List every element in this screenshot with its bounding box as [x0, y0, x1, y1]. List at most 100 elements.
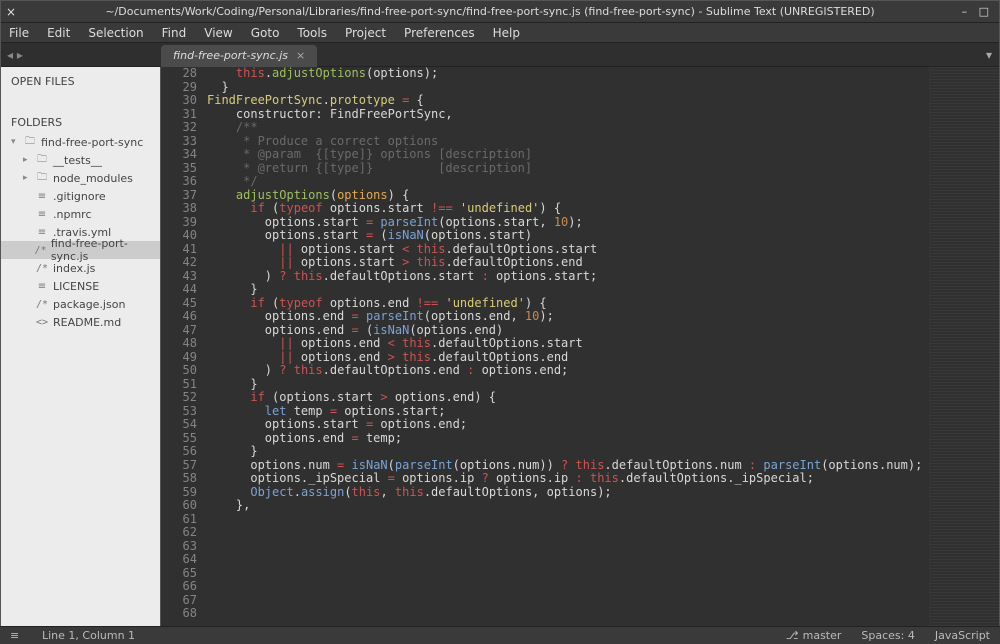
code-line[interactable]: options.start = parseInt(options.start, …: [207, 216, 929, 230]
status-cursor-position[interactable]: Line 1, Column 1: [42, 629, 135, 642]
file-tab-label: find-free-port-sync.js: [173, 49, 288, 62]
code-editor[interactable]: 2829303132333435363738394041424344454647…: [161, 67, 999, 627]
line-number-gutter: 2829303132333435363738394041424344454647…: [161, 67, 207, 627]
code-line[interactable]: */: [207, 175, 929, 189]
menu-selection[interactable]: Selection: [88, 26, 143, 40]
main-area: OPEN FILES FOLDERS ▾ find-free-port-sync ▸…: [1, 67, 999, 627]
line-number: 47: [161, 324, 197, 338]
line-number: 44: [161, 283, 197, 297]
line-number: 34: [161, 148, 197, 162]
code-line[interactable]: options.end = (isNaN(options.end): [207, 324, 929, 338]
code-line[interactable]: }: [207, 445, 929, 459]
line-number: 62: [161, 526, 197, 540]
sidebar-item--npmrc[interactable]: .npmrc: [1, 205, 160, 223]
menu-file[interactable]: File: [9, 26, 29, 40]
status-indentation[interactable]: Spaces: 4: [861, 629, 914, 642]
code-content[interactable]: this.adjustOptions(options); }FindFreePo…: [207, 67, 929, 627]
code-line[interactable]: FindFreePortSync.prototype = {: [207, 94, 929, 108]
status-bar: Line 1, Column 1 master Spaces: 4 JavaSc…: [0, 626, 1000, 644]
line-number: 43: [161, 270, 197, 284]
line-number: 61: [161, 513, 197, 527]
line-number: 53: [161, 405, 197, 419]
close-tab-icon[interactable]: ×: [296, 49, 305, 62]
open-files-header: OPEN FILES: [1, 67, 160, 92]
code-line[interactable]: let temp = options.start;: [207, 405, 929, 419]
code-line[interactable]: options.start = options.end;: [207, 418, 929, 432]
code-line[interactable]: || options.start > this.defaultOptions.e…: [207, 256, 929, 270]
tab-history-nav[interactable]: ◂ ▸: [1, 48, 31, 62]
code-line[interactable]: ) ? this.defaultOptions.end : options.en…: [207, 364, 929, 378]
sidebar-item-package-json[interactable]: package.json: [1, 295, 160, 313]
code-line[interactable]: ) ? this.defaultOptions.start : options.…: [207, 270, 929, 284]
code-line[interactable]: }: [207, 283, 929, 297]
code-line[interactable]: }: [207, 81, 929, 95]
code-line[interactable]: options.num = isNaN(parseInt(options.num…: [207, 459, 929, 473]
menu-view[interactable]: View: [204, 26, 232, 40]
sidebar-item-label: find-free-port-sync: [41, 136, 143, 149]
code-line[interactable]: }: [207, 378, 929, 392]
sidebar-item-label: LICENSE: [53, 280, 99, 293]
code-line[interactable]: options.start = (isNaN(options.start): [207, 229, 929, 243]
status-git-branch[interactable]: master: [786, 629, 841, 642]
line-number: 63: [161, 540, 197, 554]
window-close-button[interactable]: ×: [1, 5, 21, 19]
line-number: 65: [161, 567, 197, 581]
menu-goto[interactable]: Goto: [251, 26, 280, 40]
menu-edit[interactable]: Edit: [47, 26, 70, 40]
code-line[interactable]: || options.end > this.defaultOptions.end: [207, 351, 929, 365]
sidebar-item--gitignore[interactable]: .gitignore: [1, 187, 160, 205]
code-line[interactable]: adjustOptions(options) {: [207, 189, 929, 203]
menu-tools[interactable]: Tools: [297, 26, 327, 40]
line-number: 55: [161, 432, 197, 446]
line-number: 46: [161, 310, 197, 324]
line-number: 67: [161, 594, 197, 608]
code-line[interactable]: if (typeof options.start !== 'undefined'…: [207, 202, 929, 216]
code-line[interactable]: options.end = parseInt(options.end, 10);: [207, 310, 929, 324]
sidebar-item--tests-[interactable]: ▸__tests__: [1, 151, 160, 169]
sidebar-item-label: .gitignore: [53, 190, 106, 203]
status-language[interactable]: JavaScript: [935, 629, 990, 642]
code-line[interactable]: || options.end < this.defaultOptions.sta…: [207, 337, 929, 351]
menu-find[interactable]: Find: [162, 26, 187, 40]
code-line[interactable]: * @return {[type]} [description]: [207, 162, 929, 176]
minimap[interactable]: [929, 67, 999, 627]
code-line[interactable]: Object.assign(this, this.defaultOptions,…: [207, 486, 929, 500]
sidebar-item-node-modules[interactable]: ▸node_modules: [1, 169, 160, 187]
line-number: 31: [161, 108, 197, 122]
tab-overflow-icon[interactable]: ▾: [979, 48, 999, 62]
sidebar-item-find-free-port-sync-js[interactable]: find-free-port-sync.js: [1, 241, 160, 259]
sidebar-item-label: .npmrc: [53, 208, 92, 221]
code-line[interactable]: constructor: FindFreePortSync,: [207, 108, 929, 122]
code-line[interactable]: if (typeof options.end !== 'undefined') …: [207, 297, 929, 311]
status-menu-icon[interactable]: [10, 629, 22, 642]
code-line[interactable]: * Produce a correct options: [207, 135, 929, 149]
line-number: 64: [161, 553, 197, 567]
line-number: 30: [161, 94, 197, 108]
file-tab[interactable]: find-free-port-sync.js ×: [161, 45, 317, 67]
line-number: 39: [161, 216, 197, 230]
line-number: 42: [161, 256, 197, 270]
code-line[interactable]: /**: [207, 121, 929, 135]
sidebar-item-license[interactable]: LICENSE: [1, 277, 160, 295]
code-line[interactable]: options.end = temp;: [207, 432, 929, 446]
window-controls[interactable]: – □: [959, 5, 999, 18]
file-icon: [35, 209, 49, 220]
code-line[interactable]: * @param {[type]} options [description]: [207, 148, 929, 162]
code-line[interactable]: options._ipSpecial = options.ip ? option…: [207, 472, 929, 486]
line-number: 57: [161, 459, 197, 473]
menu-help[interactable]: Help: [493, 26, 520, 40]
line-number: 40: [161, 229, 197, 243]
code-line[interactable]: || options.start < this.defaultOptions.s…: [207, 243, 929, 257]
code-line[interactable]: },: [207, 499, 929, 513]
sidebar-item-readme-md[interactable]: README.md: [1, 313, 160, 331]
line-number: 33: [161, 135, 197, 149]
folders-header: FOLDERS: [1, 108, 160, 133]
menu-project[interactable]: Project: [345, 26, 386, 40]
code-line[interactable]: this.adjustOptions(options);: [207, 67, 929, 81]
menu-preferences[interactable]: Preferences: [404, 26, 475, 40]
code-line[interactable]: if (options.start > options.end) {: [207, 391, 929, 405]
sidebar-item-find-free-port-sync[interactable]: ▾ find-free-port-sync: [1, 133, 160, 151]
file-icon: [34, 245, 47, 256]
file-icon: [35, 227, 49, 238]
disclosure-arrow-icon: ▾: [11, 137, 19, 147]
